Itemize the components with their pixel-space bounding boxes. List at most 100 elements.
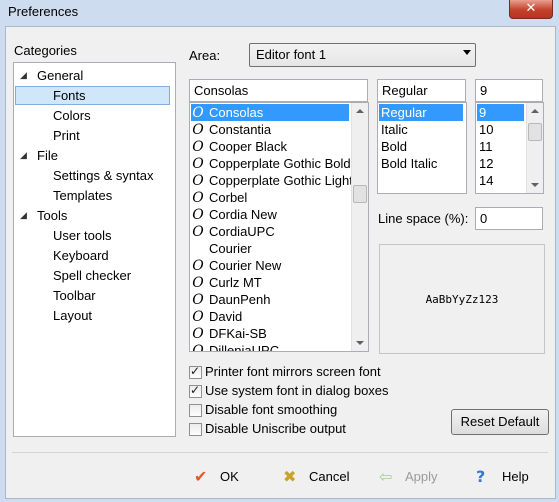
tree-expander-icon[interactable]: ◢ (20, 210, 27, 221)
apply-button[interactable]: ⇦ Apply (379, 464, 438, 488)
font-size-item[interactable]: 14 (477, 172, 524, 189)
categories-tree[interactable]: ◢ General Fonts Colors Print ◢ File Settings & … (13, 62, 176, 437)
font-list-item[interactable]: O Constantia (191, 121, 349, 138)
font-list-item[interactable]: O Courier New (191, 257, 349, 274)
font-list-item[interactable]: O Copperplate Gothic Light (191, 172, 353, 189)
preview-text: AaBbYyZz123 (425, 293, 499, 306)
font-style-item[interactable]: Bold Italic (379, 155, 463, 172)
font-name: DaunPenh (209, 292, 271, 307)
font-style-list[interactable]: Regular Italic Bold Bold Italic (377, 102, 467, 194)
tree-item-spell-checker[interactable]: Spell checker (53, 266, 131, 285)
font-family-list[interactable]: O DilleniaUPC O DFKai-SB O David O DaunPenh O Cur… (189, 102, 369, 352)
opentype-font-icon: O (192, 275, 204, 291)
font-style-input[interactable]: Regular (377, 79, 466, 102)
tree-item-file[interactable]: File (37, 146, 58, 165)
font-name: CordiaUPC (209, 224, 275, 239)
close-button[interactable]: ✕ (509, 0, 553, 19)
tree-item-tools[interactable]: Tools (37, 206, 67, 225)
font-size-input[interactable]: 9 (475, 79, 543, 102)
checkbox[interactable] (189, 383, 202, 398)
font-list-item[interactable]: O Cordia New (191, 206, 349, 223)
tree-item-templates[interactable]: Templates (53, 186, 112, 205)
font-name: Corbel (209, 190, 248, 205)
scroll-down-icon[interactable] (527, 177, 543, 193)
scroll-down-icon[interactable] (352, 335, 368, 351)
opentype-font-icon: O (192, 343, 204, 352)
tree-item-print[interactable]: Print (53, 126, 80, 145)
option-row[interactable]: Disable Uniscribe output (189, 421, 429, 439)
reset-default-button[interactable]: Reset Default (451, 409, 549, 435)
font-list-item[interactable]: O Consolas (191, 104, 349, 121)
area-dropdown[interactable]: Editor font 1 (249, 43, 476, 67)
font-size-scrollbar[interactable] (526, 103, 543, 193)
font-list-item[interactable]: O Cooper Black (191, 138, 349, 155)
checkbox[interactable] (189, 404, 202, 417)
opentype-font-icon: O (192, 190, 204, 206)
font-family-value: Consolas (194, 83, 249, 98)
font-list-item[interactable]: O CordiaUPC (191, 223, 349, 240)
font-size-item[interactable]: 10 (477, 121, 524, 138)
font-size-item[interactable]: 9 (477, 104, 524, 121)
font-name: Courier New (209, 258, 282, 273)
font-list-item[interactable]: O David (191, 308, 349, 325)
opentype-font-icon: O (192, 156, 204, 172)
cross-icon: ✖ (283, 466, 297, 486)
tree-item-toolbar[interactable]: Toolbar (53, 286, 96, 305)
tree-expander-icon[interactable]: ◢ (20, 150, 27, 161)
font-family-scrollbar[interactable] (351, 103, 368, 351)
font-style-item[interactable]: Bold (379, 138, 463, 155)
font-list-item[interactable]: O Corbel (191, 189, 349, 206)
font-size-item[interactable]: 12 (477, 155, 524, 172)
font-style-item[interactable]: Regular (379, 104, 463, 121)
checkbox[interactable] (189, 364, 202, 379)
font-list-item[interactable]: O Curlz MT (191, 274, 349, 291)
tree-item-keyboard[interactable]: Keyboard (53, 246, 109, 265)
option-row[interactable]: Use system font in dialog boxes (189, 383, 429, 401)
tree-item-settings-syntax[interactable]: Settings & syntax (53, 166, 153, 185)
tree-item-layout[interactable]: Layout (53, 306, 92, 325)
opentype-font-icon: O (192, 139, 204, 155)
window-title: Preferences (8, 4, 79, 19)
opentype-font-icon: O (192, 173, 204, 189)
option-row[interactable]: Disable font smoothing (189, 402, 429, 420)
opentype-font-icon: O (192, 122, 204, 138)
cancel-button[interactable]: ✖ Cancel (283, 464, 349, 488)
option-row[interactable]: Printer font mirrors screen font (189, 364, 429, 382)
line-space-input[interactable]: 0 (475, 207, 543, 230)
font-name: David (209, 309, 243, 324)
help-label: Help (502, 468, 529, 484)
font-name: Courier (209, 241, 252, 256)
categories-label: Categories (14, 43, 77, 58)
font-list-item[interactable]: O DilleniaUPC (191, 342, 349, 352)
tree-item-user-tools[interactable]: User tools (53, 226, 112, 245)
checkbox[interactable] (189, 423, 202, 436)
preferences-window: Preferences ✕ Categories ◢ General Fonts Co… (0, 0, 559, 502)
tree-item-fonts[interactable]: Fonts (15, 86, 170, 105)
opentype-font-icon: O (192, 207, 204, 223)
tree-item-colors[interactable]: Colors (53, 106, 91, 125)
font-name: Curlz MT (209, 275, 262, 290)
ok-button[interactable]: ✔ OK (194, 464, 239, 488)
tree-expander-icon[interactable]: ◢ (20, 70, 27, 81)
apply-label: Apply (405, 468, 438, 484)
font-name: Copperplate Gothic Light (209, 173, 353, 188)
font-list-item[interactable]: O Copperplate Gothic Bold (191, 155, 350, 172)
chevron-down-icon (463, 50, 471, 55)
scroll-up-icon[interactable] (352, 103, 368, 119)
scroll-thumb[interactable] (353, 185, 367, 203)
scroll-thumb[interactable] (528, 123, 542, 141)
help-button[interactable]: ? Help (476, 464, 529, 488)
ok-label: OK (220, 468, 239, 484)
font-family-input[interactable]: Consolas (189, 79, 368, 102)
font-list-item[interactable]: O DaunPenh (191, 291, 349, 308)
line-space-label: Line space (%): (378, 211, 469, 226)
line-space-value: 0 (480, 211, 488, 226)
font-size-item[interactable]: 11 (477, 138, 524, 155)
scroll-up-icon[interactable] (527, 103, 543, 119)
font-size-list[interactable]: 14 12 11 10 9 (475, 102, 544, 194)
font-style-item[interactable]: Italic (379, 121, 463, 138)
tree-item-general[interactable]: General (37, 66, 83, 85)
font-list-item[interactable]: O DFKai-SB (191, 325, 349, 342)
font-name: Constantia (209, 122, 272, 137)
font-list-item[interactable]: Courier (191, 240, 349, 257)
